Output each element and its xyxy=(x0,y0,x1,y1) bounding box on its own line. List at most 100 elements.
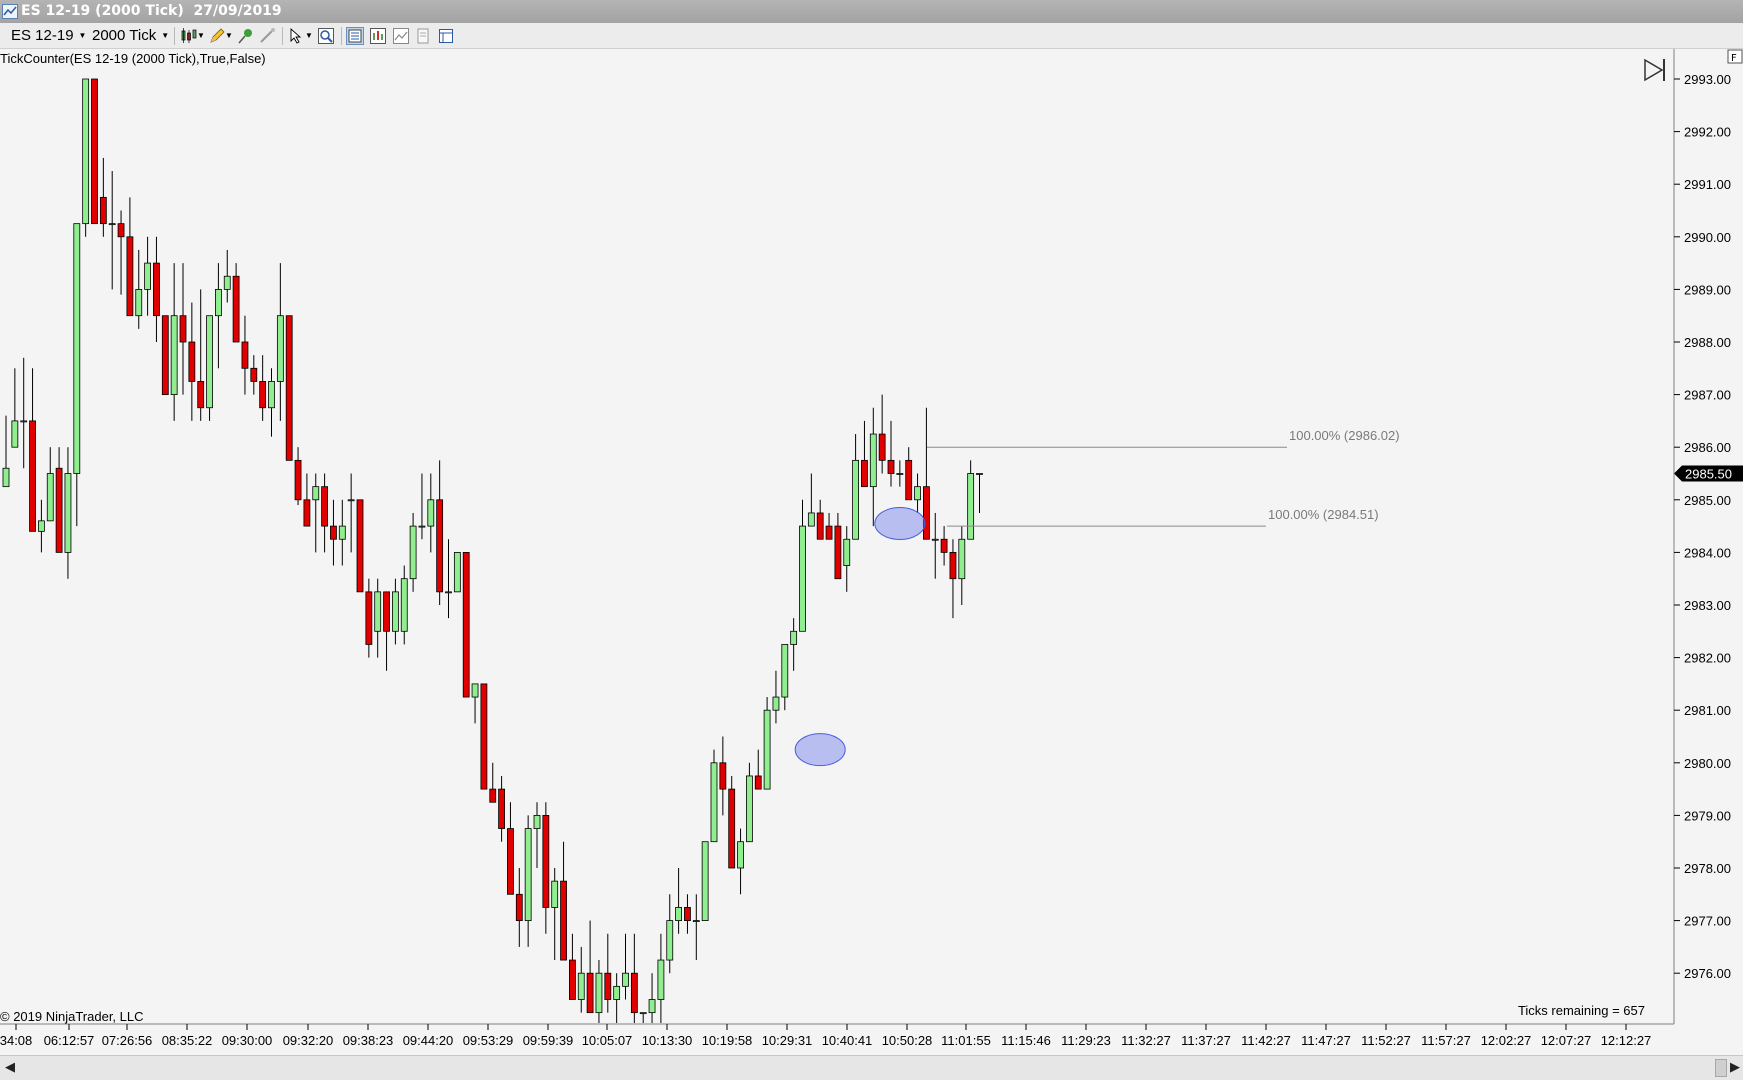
strategies-icon[interactable] xyxy=(414,27,432,45)
candle-up xyxy=(400,578,408,632)
time-tick-label: 10:13:30 xyxy=(642,1033,693,1048)
candle-down xyxy=(507,828,514,895)
candle-up xyxy=(958,538,966,580)
candle-up xyxy=(746,775,753,843)
candle-down xyxy=(294,459,302,501)
time-tick-label: 11:52:27 xyxy=(1361,1033,1411,1048)
time-tick-label: 11:47:27 xyxy=(1301,1033,1351,1048)
scroll-thumb[interactable] xyxy=(1715,1059,1727,1077)
price-tick-label: 2980.00 xyxy=(1684,756,1731,771)
candle-up xyxy=(666,920,674,961)
candle-up xyxy=(391,591,399,632)
candle-up xyxy=(206,315,213,409)
chevron-down-icon[interactable]: ▼ xyxy=(197,26,205,46)
scroll-left-icon[interactable]: ◀ xyxy=(2,1060,18,1076)
candle-up xyxy=(20,420,28,423)
time-tick-label: 10:19:58 xyxy=(702,1033,753,1048)
ticks-remaining-text: Ticks remaining = 657 xyxy=(1518,1003,1645,1018)
price-tick-label: 2992.00 xyxy=(1684,125,1731,140)
candle-down xyxy=(259,381,267,409)
candle-down xyxy=(754,775,762,790)
candle-up xyxy=(453,551,461,593)
highlight-ellipse[interactable] xyxy=(794,733,846,767)
candle-down xyxy=(161,315,169,396)
candle-up xyxy=(807,512,815,527)
time-tick-label: 12:07:27 xyxy=(1541,1033,1592,1048)
toolbar-separator xyxy=(174,27,175,45)
candle-up xyxy=(409,525,417,580)
candle-up xyxy=(869,433,877,488)
candle-up xyxy=(931,538,939,541)
candle-down xyxy=(365,591,373,645)
price-tick-label: 2984.00 xyxy=(1684,545,1731,560)
candle-down xyxy=(188,341,196,382)
candle-up xyxy=(223,275,231,290)
candle-up xyxy=(276,315,284,382)
candle-down xyxy=(462,551,470,698)
time-tick-label: 10:40:41 xyxy=(822,1033,873,1048)
candle-up xyxy=(347,499,355,502)
candle-up xyxy=(639,1012,647,1015)
candle-up xyxy=(710,762,718,843)
price-tick-label: 2991.00 xyxy=(1684,177,1731,192)
candle-down xyxy=(684,907,691,922)
candle-up xyxy=(976,473,983,475)
time-tick-label: 11:15:46 xyxy=(1001,1033,1051,1048)
pencil-draw-icon[interactable] xyxy=(208,27,226,45)
pin-icon[interactable] xyxy=(236,27,254,45)
candle-down xyxy=(179,315,187,343)
data-box-icon[interactable] xyxy=(346,27,364,45)
candle-down xyxy=(285,315,293,461)
candle-up xyxy=(914,486,921,501)
pointer-icon[interactable] xyxy=(288,27,306,45)
candle-down xyxy=(498,788,506,829)
price-tick-label: 2993.00 xyxy=(1684,72,1731,87)
interval-selector[interactable]: 2000 Tick ▼ xyxy=(92,26,169,46)
candle-down xyxy=(55,467,63,553)
zoom-icon[interactable] xyxy=(317,27,335,45)
templates-icon[interactable] xyxy=(437,27,455,45)
chevron-down-icon[interactable]: ▼ xyxy=(305,26,313,46)
candle-up xyxy=(790,630,798,645)
panel-corner-label: F xyxy=(1731,53,1737,64)
candle-down xyxy=(480,683,488,790)
candle-down xyxy=(356,499,364,593)
price-tick-label: 2985.00 xyxy=(1684,493,1731,508)
scroll-right-icon[interactable]: ▶ xyxy=(1727,1060,1743,1076)
candle-down xyxy=(542,815,550,908)
panel-corner-button[interactable]: F xyxy=(1727,49,1743,64)
time-tick-label: 09:38:23 xyxy=(343,1033,394,1048)
candle-down xyxy=(197,381,205,409)
candle-down xyxy=(905,459,913,501)
indicators-icon[interactable] xyxy=(392,27,410,45)
time-tick-label: 12:02:27 xyxy=(1481,1033,1532,1048)
candle-down xyxy=(91,78,98,225)
highlight-ellipse[interactable] xyxy=(874,506,926,540)
candle-up xyxy=(338,525,346,540)
chevron-down-icon: ▼ xyxy=(161,31,170,41)
candle-up xyxy=(2,467,10,488)
price-tick-label: 2979.00 xyxy=(1684,808,1731,823)
candle-down xyxy=(719,762,727,790)
indicator-label: TickCounter(ES 12-19 (2000 Tick),True,Fa… xyxy=(0,51,266,66)
time-tick-label: 09:32:20 xyxy=(283,1033,334,1048)
candle-down xyxy=(436,499,444,593)
candle-up xyxy=(108,223,116,226)
horizontal-scrollbar[interactable]: ◀ ▶ xyxy=(0,1055,1743,1080)
price-tick-label: 2989.00 xyxy=(1684,282,1731,297)
candle-up xyxy=(471,683,479,698)
candle-down xyxy=(834,525,842,580)
chevron-down-icon[interactable]: ▼ xyxy=(225,26,233,46)
candle-down xyxy=(117,223,125,238)
candle-down xyxy=(604,972,612,1000)
draw-tool-icon[interactable] xyxy=(258,27,276,45)
chart-properties-icon[interactable] xyxy=(369,27,387,45)
bar-type-icon[interactable] xyxy=(180,27,198,45)
time-tick-label: 09:30:00 xyxy=(222,1033,273,1048)
price-chart[interactable]: 100.00% (2986.02) 100.00% (2984.51) 2985.5… xyxy=(0,49,1743,1055)
candle-down xyxy=(949,551,957,580)
instrument-selector[interactable]: ES 12-19 ▼ xyxy=(11,26,86,46)
candle-up xyxy=(648,999,656,1014)
candle-up xyxy=(374,591,382,632)
time-tick-label: 10:50:28 xyxy=(882,1033,933,1048)
